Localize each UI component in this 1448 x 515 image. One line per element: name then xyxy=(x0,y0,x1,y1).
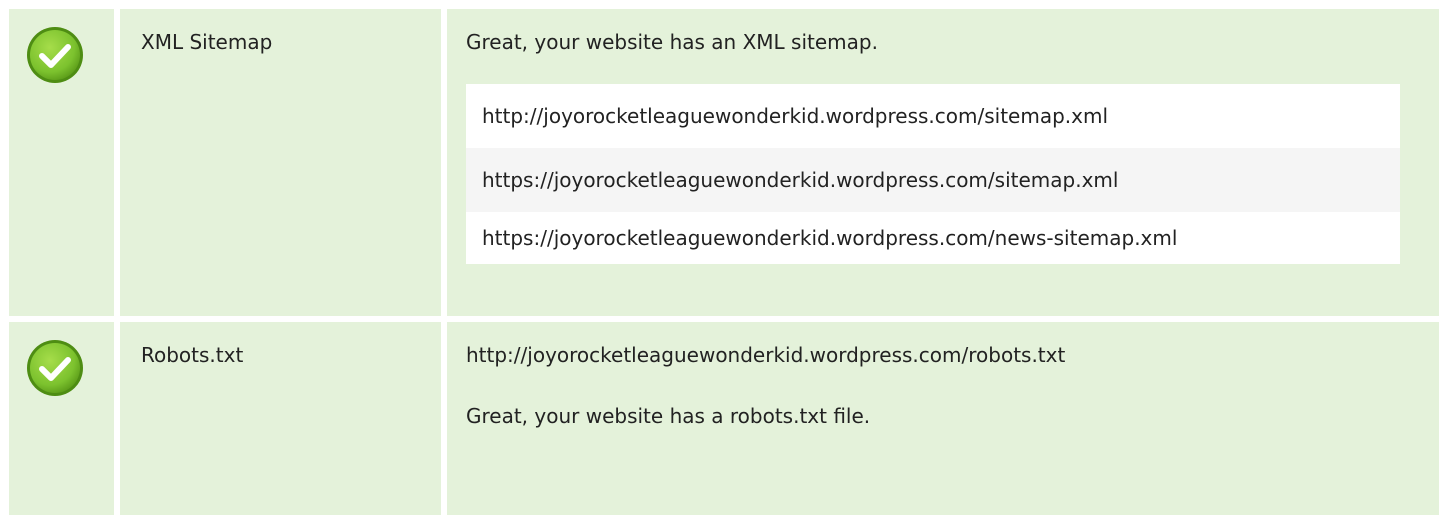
sitemap-url-list: http://joyorocketleaguewonderkid.wordpre… xyxy=(466,84,1400,264)
status-cell xyxy=(9,9,114,316)
sitemap-url-item: https://joyorocketleaguewonderkid.wordpr… xyxy=(466,148,1400,212)
check-circle-icon xyxy=(27,340,83,396)
robots-url: http://joyorocketleaguewonderkid.wordpre… xyxy=(466,343,1066,367)
check-message: Great, your website has a robots.txt fil… xyxy=(466,404,871,428)
check-row-robots-txt: Robots.txt http://joyorocketleaguewonder… xyxy=(9,322,1439,515)
check-content: Great, your website has an XML sitemap. … xyxy=(447,9,1439,316)
check-message: Great, your website has an XML sitemap. xyxy=(466,30,878,54)
check-label-text: XML Sitemap xyxy=(141,30,273,54)
check-circle-icon xyxy=(27,27,83,83)
sitemap-url-item: http://joyorocketleaguewonderkid.wordpre… xyxy=(482,104,1109,128)
sitemap-url-item: https://joyorocketleaguewonderkid.wordpr… xyxy=(482,226,1178,250)
check-content: http://joyorocketleaguewonderkid.wordpre… xyxy=(447,322,1439,515)
check-row-xml-sitemap: XML Sitemap Great, your website has an X… xyxy=(9,9,1439,316)
check-label: Robots.txt xyxy=(120,322,441,515)
check-label-text: Robots.txt xyxy=(141,343,244,367)
status-cell xyxy=(9,322,114,515)
check-label: XML Sitemap xyxy=(120,9,441,316)
